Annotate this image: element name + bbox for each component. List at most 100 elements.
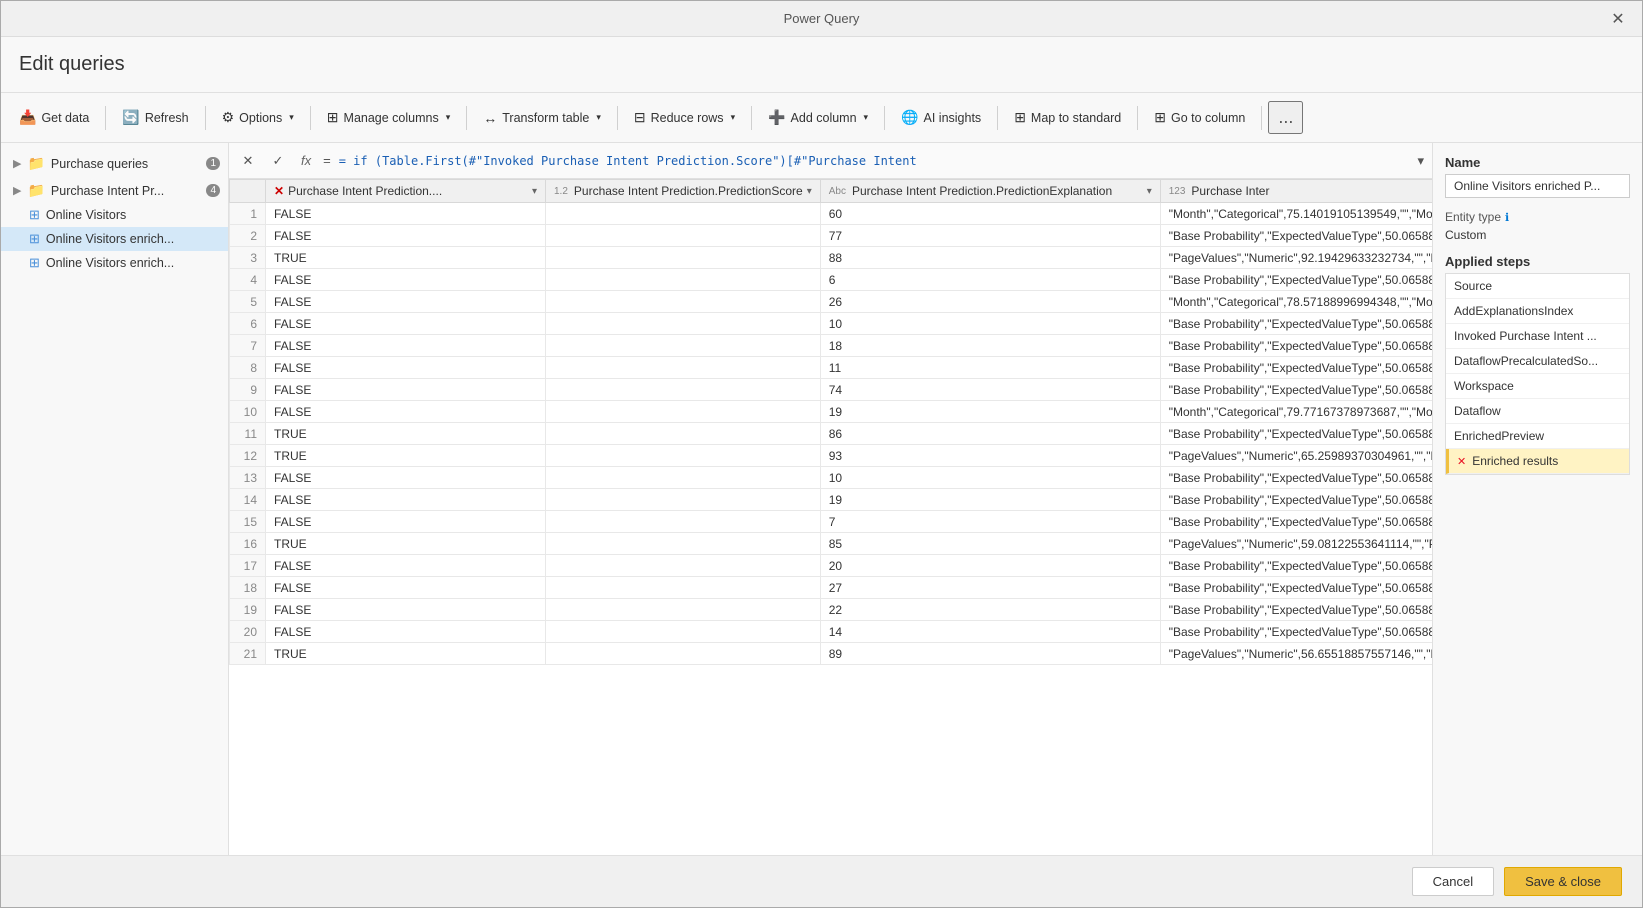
step-item-dataflow2[interactable]: Dataflow xyxy=(1446,399,1629,424)
table-row: 21 TRUE 89 "PageValues","Numeric",56.655… xyxy=(230,643,1433,665)
table-row: 9 FALSE 74 "Base Probability","ExpectedV… xyxy=(230,379,1433,401)
table-row: 15 FALSE 7 "Base Probability","ExpectedV… xyxy=(230,511,1433,533)
cell-col1: TRUE xyxy=(266,533,546,555)
transform-table-button[interactable]: ↔ Transform table ▾ xyxy=(473,104,611,132)
formula-fx-label: fx xyxy=(297,153,315,168)
get-data-button[interactable]: 📥 Get data xyxy=(9,103,99,132)
title-bar: Power Query ✕ xyxy=(1,1,1642,37)
col2-filter-button[interactable]: ▾ xyxy=(807,186,812,197)
row-number: 14 xyxy=(230,489,266,511)
map-to-standard-button[interactable]: ⊞ Map to standard xyxy=(1004,103,1131,132)
row-number-header xyxy=(230,180,266,203)
entity-type-section: Entity type ℹ Custom xyxy=(1445,210,1630,242)
window-title: Power Query xyxy=(784,11,860,26)
add-column-button[interactable]: ➕ Add column ▾ xyxy=(758,103,878,132)
table-row: 5 FALSE 26 "Month","Categorical",78.5718… xyxy=(230,291,1433,313)
close-button[interactable]: ✕ xyxy=(1604,5,1632,33)
cell-col1: FALSE xyxy=(266,291,546,313)
entity-type-info-icon[interactable]: ℹ xyxy=(1505,211,1509,224)
cancel-button[interactable]: Cancel xyxy=(1412,867,1494,896)
row-number: 2 xyxy=(230,225,266,247)
name-input[interactable] xyxy=(1445,174,1630,198)
data-grid-wrapper: ✕ Purchase Intent Prediction.... ▾ 1.2 xyxy=(229,179,1432,855)
col1-type-icon: ✕ xyxy=(274,184,284,198)
applied-steps-title: Applied steps xyxy=(1445,254,1630,269)
cell-col3: 19 xyxy=(820,401,1160,423)
cell-col1: FALSE xyxy=(266,401,546,423)
cell-col1: TRUE xyxy=(266,643,546,665)
cell-col2 xyxy=(546,335,821,357)
row-number: 15 xyxy=(230,511,266,533)
col3-name: Purchase Intent Prediction.PredictionExp… xyxy=(852,184,1112,198)
formula-expand-icon[interactable]: ▾ xyxy=(1417,153,1424,169)
cell-col4: "Base Probability","ExpectedValueType",5… xyxy=(1160,489,1432,511)
sidebar-item-online-visitors-enrich-2[interactable]: ⊞ Online Visitors enrich... xyxy=(1,251,228,275)
col1-name: Purchase Intent Prediction.... xyxy=(288,184,442,198)
row-number: 19 xyxy=(230,599,266,621)
col1-filter-button[interactable]: ▾ xyxy=(532,186,537,197)
purchase-intent-badge: 4 xyxy=(206,184,220,197)
cell-col3: 86 xyxy=(820,423,1160,445)
go-to-column-icon: ⊞ xyxy=(1154,109,1166,126)
step-item-invoked-purchase[interactable]: Invoked Purchase Intent ... xyxy=(1446,324,1629,349)
row-number: 17 xyxy=(230,555,266,577)
cell-col3: 6 xyxy=(820,269,1160,291)
row-number: 21 xyxy=(230,643,266,665)
name-section-title: Name xyxy=(1445,155,1630,170)
col2-name: Purchase Intent Prediction.PredictionSco… xyxy=(574,184,803,198)
step-item-add-explanations[interactable]: AddExplanationsIndex xyxy=(1446,299,1629,324)
cell-col2 xyxy=(546,621,821,643)
sidebar-item-online-visitors-enrich-1[interactable]: ⊞ Online Visitors enrich... xyxy=(1,227,228,251)
cell-col1: TRUE xyxy=(266,423,546,445)
expand-icon: ▶ xyxy=(13,157,21,170)
cell-col1: FALSE xyxy=(266,621,546,643)
table-row: 13 FALSE 10 "Base Probability","Expected… xyxy=(230,467,1433,489)
refresh-icon: 🔄 xyxy=(122,109,139,126)
table-row: 2 FALSE 77 "Base Probability","ExpectedV… xyxy=(230,225,1433,247)
step-label: Enriched results xyxy=(1472,454,1558,468)
more-button[interactable]: ... xyxy=(1268,101,1303,134)
applied-steps-section: Applied steps SourceAddExplanationsIndex… xyxy=(1445,254,1630,843)
cell-col4: "Base Probability","ExpectedValueType",5… xyxy=(1160,357,1432,379)
toolbar-separator-1 xyxy=(105,106,106,130)
cell-col2 xyxy=(546,291,821,313)
toolbar-separator-9 xyxy=(1137,106,1138,130)
col-header-1: ✕ Purchase Intent Prediction.... ▾ xyxy=(266,180,546,203)
step-item-enriched-results[interactable]: ✕Enriched results xyxy=(1446,449,1629,474)
ai-insights-button[interactable]: 🌐 AI insights xyxy=(891,103,991,132)
purchase-queries-label: Purchase queries xyxy=(51,157,148,171)
expand-icon-2: ▶ xyxy=(13,184,21,197)
formula-cancel-button[interactable]: ✕ xyxy=(237,150,259,172)
cell-col1: FALSE xyxy=(266,467,546,489)
go-to-column-button[interactable]: ⊞ Go to column xyxy=(1144,103,1255,132)
cell-col4: "Base Probability","ExpectedValueType",5… xyxy=(1160,577,1432,599)
formula-content[interactable]: = if (Table.First(#"Invoked Purchase Int… xyxy=(339,154,1410,168)
manage-columns-button[interactable]: ⊞ Manage columns ▾ xyxy=(317,103,460,132)
step-item-source[interactable]: Source xyxy=(1446,274,1629,299)
grid-container[interactable]: ✕ Purchase Intent Prediction.... ▾ 1.2 xyxy=(229,179,1432,855)
cell-col2 xyxy=(546,445,821,467)
step-item-workspace[interactable]: Workspace xyxy=(1446,374,1629,399)
sidebar-item-online-visitors[interactable]: ⊞ Online Visitors xyxy=(1,203,228,227)
step-item-dataflow[interactable]: DataflowPrecalculatedSo... xyxy=(1446,349,1629,374)
get-data-icon: 📥 xyxy=(19,109,36,126)
refresh-button[interactable]: 🔄 Refresh xyxy=(112,103,198,132)
sidebar-group-purchase-intent-header[interactable]: ▶ 📁 Purchase Intent Pr... 4 xyxy=(1,178,228,203)
step-item-enriched-preview[interactable]: EnrichedPreview xyxy=(1446,424,1629,449)
col3-filter-button[interactable]: ▾ xyxy=(1147,186,1152,197)
cell-col3: 10 xyxy=(820,313,1160,335)
cell-col1: FALSE xyxy=(266,203,546,225)
options-icon: ⚙ xyxy=(222,109,235,126)
reduce-rows-button[interactable]: ⊟ Reduce rows ▾ xyxy=(624,103,745,132)
table-row: 17 FALSE 20 "Base Probability","Expected… xyxy=(230,555,1433,577)
options-button[interactable]: ⚙ Options ▾ xyxy=(212,103,304,132)
sidebar-group-purchase-header[interactable]: ▶ 📁 Purchase queries 1 xyxy=(1,151,228,176)
cell-col3: 20 xyxy=(820,555,1160,577)
reduce-rows-icon: ⊟ xyxy=(634,109,646,126)
cell-col3: 60 xyxy=(820,203,1160,225)
cell-col4: "Base Probability","ExpectedValueType",5… xyxy=(1160,269,1432,291)
save-close-button[interactable]: Save & close xyxy=(1504,867,1622,896)
row-number: 12 xyxy=(230,445,266,467)
formula-confirm-button[interactable]: ✓ xyxy=(267,150,289,172)
cell-col1: TRUE xyxy=(266,445,546,467)
